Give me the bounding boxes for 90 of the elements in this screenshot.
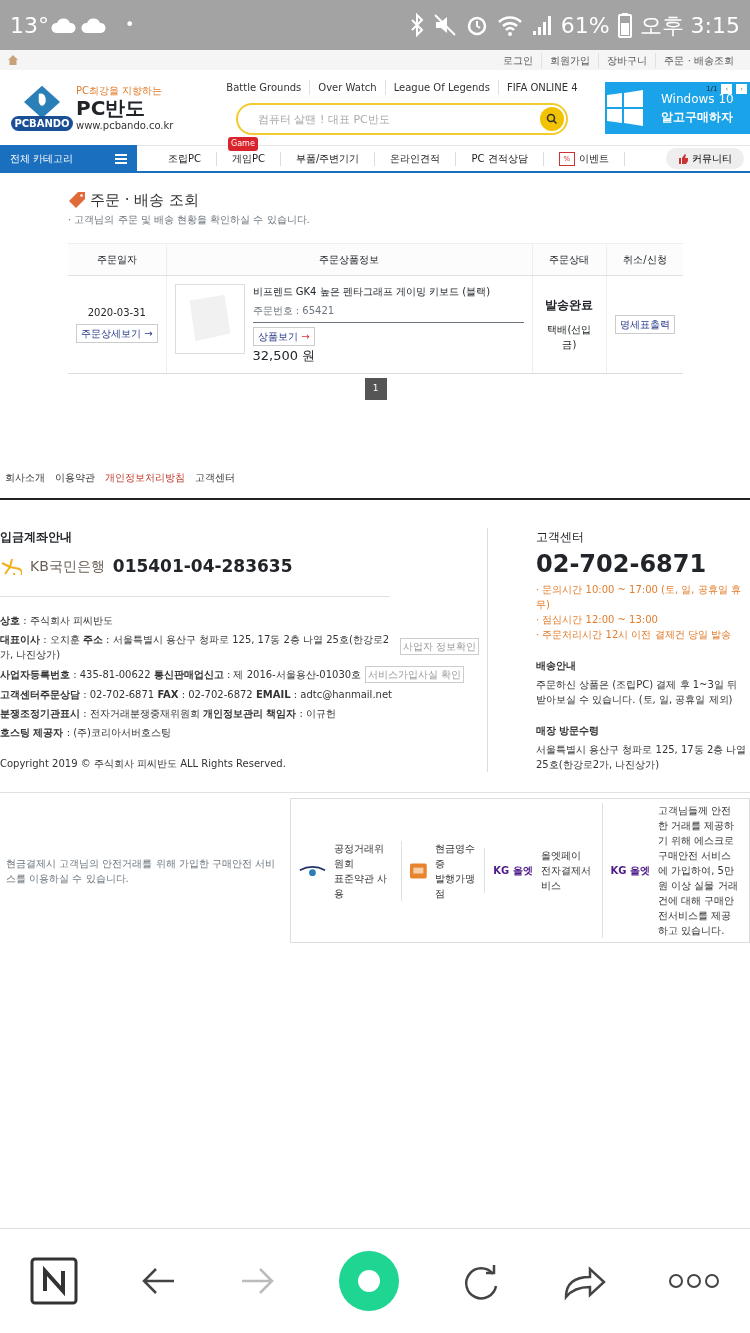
banner-subtitle: 알고구매하자 xyxy=(661,108,734,126)
certification-text: 공정거래위원회 표준약관 사용 xyxy=(333,841,389,901)
nav-link[interactable]: 조립PC xyxy=(168,152,201,165)
menu-icon xyxy=(115,153,127,164)
logo-badge: PCBANDO xyxy=(11,116,73,131)
kg-logo: KG 올엣 xyxy=(610,864,650,878)
product-thumbnail[interactable] xyxy=(174,283,245,354)
top-link[interactable]: 주문 · 배송조회 xyxy=(655,52,742,68)
kg-logo: KG 올엣 xyxy=(493,864,533,878)
info-title: 배송안내 xyxy=(536,659,577,673)
temperature: 13° xyxy=(10,11,49,40)
top-link[interactable]: 회원가입 xyxy=(541,52,599,68)
info-text: 주문하신 상품은 (조립PC) 결제 후 1~3일 뒤 받아보실 수 있습니다. (토, 일, 공휴일 제외) xyxy=(536,678,738,707)
quick-link[interactable]: League Of Legends xyxy=(384,80,498,95)
category-menu-button[interactable]: 전체 카테고리 xyxy=(0,145,137,172)
section-title: 고객센터 xyxy=(536,529,585,546)
arrow-icon: → xyxy=(301,328,310,344)
tag-icon xyxy=(68,191,86,210)
column-header: 주문상태 xyxy=(532,243,607,275)
product-price: 32,500 원 xyxy=(252,346,317,365)
kb-logo-icon xyxy=(0,558,22,575)
mute-icon xyxy=(432,13,457,37)
top-link[interactable]: 장바구니 xyxy=(598,52,656,68)
windows-logo-icon xyxy=(605,89,645,126)
section-title: 입금계좌안내 xyxy=(0,529,73,546)
order-detail-button[interactable]: 주문상세보기 → xyxy=(76,324,158,344)
footer-link[interactable]: 이용약관 xyxy=(50,470,100,485)
battery-icon xyxy=(617,12,632,38)
info-title: 매장 방문수령 xyxy=(536,724,601,738)
support-hours: · 주문처리시간 12시 이전 결제건 당일 발송 xyxy=(536,628,732,642)
bank-name: KB국민은행 xyxy=(30,557,105,577)
company-info-line: 대표이사 : 오치훈 주소 : 서울특별시 용산구 청파로 125, 17동 2층 나열 25호(한강로2가, 나진상가) xyxy=(0,632,391,662)
thumbs-up-icon xyxy=(678,153,688,164)
product-name: 비프렌드 GK4 높은 펜타그래프 게이밍 키보드 (블랙) xyxy=(252,284,492,299)
company-info-line: 고객센터주문상담 : 02-702-6871 FAX : 02-702-6872 EMAIL : adtc@hanmail.net xyxy=(0,687,392,702)
escrow-note: 현금결제시 고객님의 안전거래를 위해 가입한 구매안전 서비스를 이용하실 수 있습니다. xyxy=(6,856,276,886)
receipt-icon xyxy=(409,861,427,880)
nav-link[interactable]: 온라인견적 xyxy=(390,152,441,165)
view-product-button[interactable]: 상품보기 → xyxy=(252,326,315,346)
certification-text: 고객님들께 안전한 거래를 제공하기 위해 에스크로 구매안전 서비스에 가입하여, 5만원 이상 실물 거래건에 대해 구매안전서비스를 제공하고 있습니다. xyxy=(657,804,739,938)
column-header: 주문일자 xyxy=(68,243,167,275)
support-phone: 02-702-6871 xyxy=(536,549,708,580)
page-subtitle: · 고객님의 주문 및 배송 현황을 확인하실 수 있습니다. xyxy=(68,212,311,227)
search-icon xyxy=(546,113,558,125)
order-date: 2020-03-31 xyxy=(87,306,146,321)
logo-url: www.pcbando.co.kr xyxy=(76,118,174,133)
order-status: 발송완료 xyxy=(545,297,594,315)
page-button[interactable]: 1 xyxy=(364,378,387,400)
column-header: 주문상품정보 xyxy=(166,243,533,275)
footer-link[interactable]: 고객센터 xyxy=(190,470,240,485)
certification-text: 올엣페이 전자결제서비스 xyxy=(540,849,592,893)
n-app-icon[interactable] xyxy=(30,1257,78,1305)
page-title: 주문 · 배송 조회 xyxy=(90,190,200,211)
logo-tagline: PC최강을 지향하는 xyxy=(76,83,164,98)
order-number: 주문번호 : 65421 xyxy=(252,302,524,323)
copyright: Copyright 2019 © 주식회사 피씨반도 ALL Rights Reserved. xyxy=(0,756,287,771)
footer-link[interactable]: 개인정보처리방침 xyxy=(100,470,190,485)
quick-link[interactable]: Battle Grounds xyxy=(218,80,310,95)
company-info-line: 분쟁조정기관표시 : 전자거래분쟁중재위원회 개인정보관리 책임자 : 이규헌 xyxy=(0,706,337,721)
community-button[interactable]: 커뮤니티 xyxy=(666,148,744,169)
notification-dot: • xyxy=(125,14,135,36)
company-info-line: 사업자등록번호 : 435-81-00622 통신판매업신고 : 제 2016-서울용산-01030호 xyxy=(0,667,362,682)
company-info-line: 호스팅 제공자 : (주)코리아서버호스팅 xyxy=(0,725,171,740)
nav-link[interactable]: 부품/주변기기 xyxy=(296,152,360,165)
eye-icon xyxy=(299,863,326,878)
column-header: 취소/신청 xyxy=(606,243,683,275)
footer-link[interactable]: 회사소개 xyxy=(0,470,50,485)
logo-name: PC반도 xyxy=(76,97,146,118)
nav-link[interactable]: 이벤트 xyxy=(579,152,610,165)
bluetooth-icon xyxy=(408,13,425,37)
account-number: 015401-04-283635 xyxy=(112,555,293,578)
battery-percent: 61% xyxy=(560,11,610,40)
game-badge: Game xyxy=(228,136,258,151)
nav-link[interactable]: 게임PC xyxy=(232,152,266,165)
print-invoice-button[interactable]: 명세표출력 xyxy=(615,314,675,334)
shipping-method: 택배(선입금) xyxy=(546,323,593,353)
company-info-line: 상호 : 주식회사 피씨반도 xyxy=(0,613,113,628)
quick-link[interactable]: Over Watch xyxy=(309,80,385,95)
quick-link[interactable]: FIFA ONLINE 4 xyxy=(497,80,586,95)
support-hours: · 문의시간 10:00 ~ 17:00 (토, 일, 공휴일 휴무) xyxy=(536,583,742,612)
top-link[interactable]: 로그인 xyxy=(495,52,542,68)
info-text: 서울특별시 용산구 청파로 125, 17동 2층 나열 25호(한강로2가, 나진상가) xyxy=(536,743,748,772)
search-field[interactable]: 컴퓨터 살땐 ! 대표 PC반도 xyxy=(236,103,568,135)
more-icon[interactable] xyxy=(668,1273,720,1289)
clock: 오후 3:15 xyxy=(639,11,740,40)
signal-icon xyxy=(530,13,553,37)
certification-text: 현금영수증 발행가맹점 xyxy=(434,841,476,901)
support-hours: · 점심시간 12:00 ~ 13:00 xyxy=(536,613,659,627)
nav-link[interactable]: PC 견적상담 xyxy=(471,152,528,165)
wifi-icon xyxy=(496,13,523,37)
